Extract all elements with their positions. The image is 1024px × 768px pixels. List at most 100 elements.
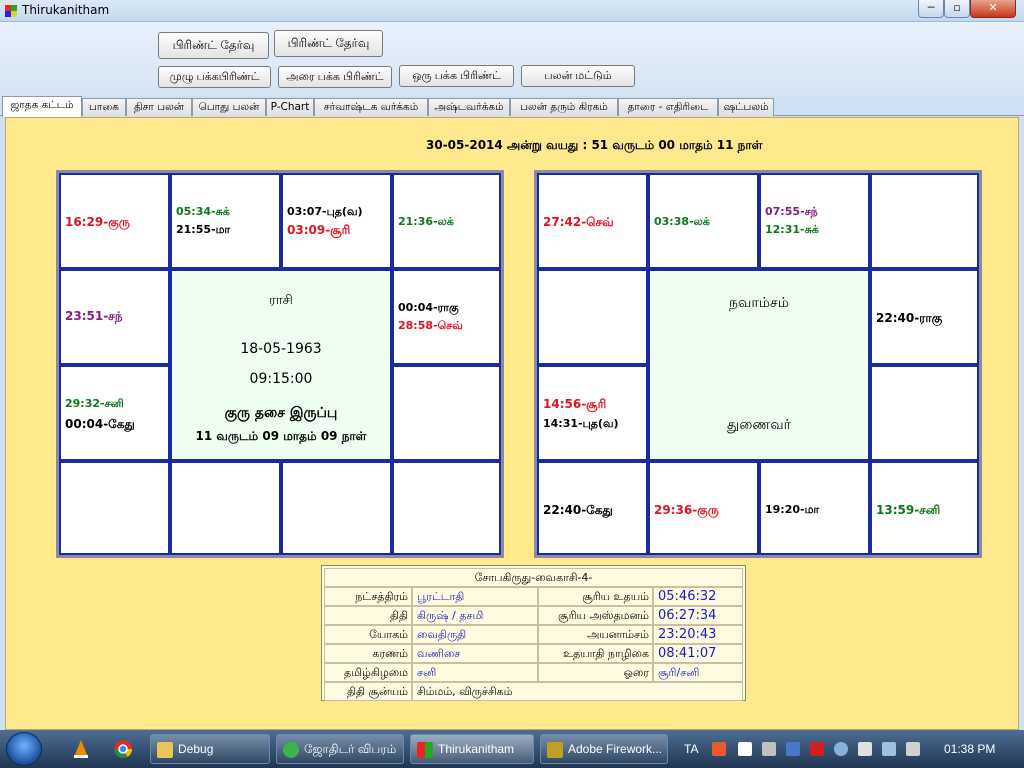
rasi-cell[interactable] (392, 461, 501, 555)
taskbar-label: Debug (178, 742, 214, 756)
bluetooth-icon[interactable] (786, 742, 800, 756)
rasi-cell[interactable]: 21:36-லக் (392, 173, 501, 269)
tab-shadbalam[interactable]: ஷட்பலம் (718, 98, 774, 116)
planet-label: 12:31-சுக் (765, 223, 819, 236)
tab-ashtavarga[interactable]: அஷ்டவர்க்கம் (428, 98, 510, 116)
tab-jathaga-kattam[interactable]: ஜாதக கட்டம் (2, 96, 82, 117)
start-button[interactable] (6, 732, 42, 766)
weekday-label: தமிழ்கிழமை (324, 663, 412, 682)
sunset-label: சூரிய அஸ்தமனம் (538, 606, 653, 625)
vlc-icon[interactable] (70, 738, 92, 760)
close-button[interactable]: ✕ (970, 0, 1016, 18)
rasi-chart: 16:29-குரு 05:34-சுக் 21:55-மா 03:07-புத… (56, 170, 504, 558)
horai-value: சூரி/சனி (653, 663, 743, 682)
ayanamsa-value: 23:20:43 (653, 625, 743, 644)
sunrise-label: சூரிய உதயம் (538, 587, 653, 606)
power-icon[interactable] (906, 742, 920, 756)
tray-tool-icon[interactable] (762, 742, 776, 756)
navamsa-title: நவாம்சம் (729, 295, 789, 311)
tray-app-icon[interactable] (712, 742, 726, 756)
navamsa-cell[interactable]: 14:56-சூரி 14:31-புத(வ) (537, 365, 648, 461)
navamsa-cell[interactable]: 22:40-கேது (537, 461, 648, 555)
full-page-print-button[interactable]: முழு பக்கபிரிண்ட் (158, 66, 271, 88)
language-indicator[interactable]: TA (684, 742, 698, 756)
tab-p-chart[interactable]: P-Chart (266, 98, 314, 116)
navamsa-cell[interactable]: 22:40-ராகு (870, 269, 979, 365)
planet-label: 19:20-மா (765, 503, 820, 516)
window-title: Thirukanitham (22, 3, 110, 17)
planet-label: 14:56-சூரி (543, 397, 607, 411)
rasi-cell[interactable] (392, 365, 501, 461)
navamsa-cell[interactable] (870, 365, 979, 461)
udayadi-value: 08:41:07 (653, 644, 743, 663)
tab-strip: ஜாதக கட்டம் பாகை திசா பலன் பொது பலன் P-C… (0, 96, 1024, 117)
navamsa-cell[interactable] (870, 173, 979, 269)
taskbar-label: Adobe Firework... (568, 742, 663, 756)
tithi-sunya-label: திதி சூன்யம் (324, 682, 412, 701)
tab-thaarai-ethiridai[interactable]: தாரை - எதிரிடை (618, 98, 718, 116)
clock[interactable]: 01:38 PM (944, 742, 995, 756)
maximize-button[interactable]: ▫ (944, 0, 970, 18)
taskbar-item-debug[interactable]: Debug (150, 734, 270, 764)
karanam-label: கரணம் (324, 644, 412, 663)
navamsa-cell[interactable] (537, 269, 648, 365)
planet-label: 03:38-லக் (654, 215, 710, 228)
planet-label: 13:59-சனி (876, 503, 941, 517)
rasi-title: ராசி (269, 293, 293, 308)
planet-label: 21:36-லக் (398, 215, 454, 228)
rasi-cell[interactable] (59, 461, 170, 555)
rasi-cell[interactable]: 03:07-புத(வ) 03:09-சூரி (281, 173, 392, 269)
app-icon (5, 5, 17, 17)
chrome-icon[interactable] (112, 738, 134, 760)
taskbar-item-fireworks[interactable]: Adobe Firework... (540, 734, 668, 764)
navamsa-cell[interactable]: 27:42-செவ் (537, 173, 648, 269)
volume-icon[interactable] (858, 742, 872, 756)
navamsa-cell[interactable]: 07:55-சந் 12:31-சுக் (759, 173, 870, 269)
results-only-button[interactable]: பலன் மட்டும் (521, 65, 635, 87)
planet-label: 27:42-செவ் (543, 215, 614, 229)
tab-thisa-palan[interactable]: திசா பலன் (126, 98, 192, 116)
navamsa-subtitle: துணைவர் (727, 417, 791, 433)
nakshatra-value: பூரட்டாதி (412, 587, 538, 606)
planet-label: 05:34-சுக் (176, 205, 230, 218)
tab-palan-tharum-graham[interactable]: பலன் தரும் கிரகம் (510, 98, 618, 116)
tab-paagai[interactable]: பாகை (82, 98, 126, 116)
navamsa-cell[interactable]: 29:36-குரு (648, 461, 759, 555)
planet-label: 16:29-குரு (65, 215, 130, 229)
one-page-print-button[interactable]: ஒரு பக்க பிரிண்ட் (399, 65, 514, 87)
tithi-value: கிருஷ் / தசமி (412, 606, 538, 625)
planet-label: 28:58-செவ் (398, 319, 463, 332)
tab-sarvashtaka-varga[interactable]: சர்வாஷ்டக வர்க்கம் (314, 98, 428, 116)
ayanamsa-label: அயனாம்சம் (538, 625, 653, 644)
taskbar-item-thirukanitham[interactable]: Thirukanitham (410, 734, 534, 764)
navamsa-cell[interactable]: 13:59-சனி (870, 461, 979, 555)
planet-label: 00:04-ராகு (398, 301, 459, 314)
rasi-cell[interactable]: 05:34-சுக் 21:55-மா (170, 173, 281, 269)
app-icon (283, 741, 299, 758)
tray-security-icon[interactable] (810, 742, 824, 756)
planet-label: 00:04-கேது (65, 417, 135, 431)
planet-label: 23:51-சந் (65, 309, 123, 323)
tab-pothu-palan[interactable]: பொது பலன் (192, 98, 266, 116)
navamsa-cell[interactable]: 03:38-லக் (648, 173, 759, 269)
rasi-cell[interactable]: 16:29-குரு (59, 173, 170, 269)
panchang-table: சோபகிருது-வைகாசி-4- நட்சத்திரம் பூரட்டாத… (321, 565, 746, 701)
rasi-cell[interactable]: 29:32-சனி 00:04-கேது (59, 365, 170, 461)
tray-doc-icon[interactable] (738, 742, 752, 756)
half-page-print-button[interactable]: அரை பக்க பிரிண்ட் (278, 66, 392, 88)
print-select-button-1[interactable]: பிரிண்ட் தேர்வு (158, 32, 269, 59)
network-icon[interactable] (882, 742, 896, 756)
rasi-cell[interactable] (281, 461, 392, 555)
navamsa-cell[interactable]: 19:20-மா (759, 461, 870, 555)
weekday-value: சனி (412, 663, 538, 682)
print-select-button-2[interactable]: பிரிண்ட் தேர்வு (274, 30, 383, 57)
planet-label: 03:09-சூரி (287, 223, 351, 237)
taskbar-item-jothidar[interactable]: ஜோதிடர் விபரம் (276, 734, 404, 764)
rasi-cell[interactable]: 23:51-சந் (59, 269, 170, 365)
horai-label: ஓரை (538, 663, 653, 682)
minimize-button[interactable]: ─ (918, 0, 944, 18)
rasi-cell[interactable] (170, 461, 281, 555)
navamsa-center: நவாம்சம் துணைவர் (648, 269, 870, 461)
rasi-cell[interactable]: 00:04-ராகு 28:58-செவ் (392, 269, 501, 365)
tray-sync-icon[interactable] (834, 742, 848, 756)
